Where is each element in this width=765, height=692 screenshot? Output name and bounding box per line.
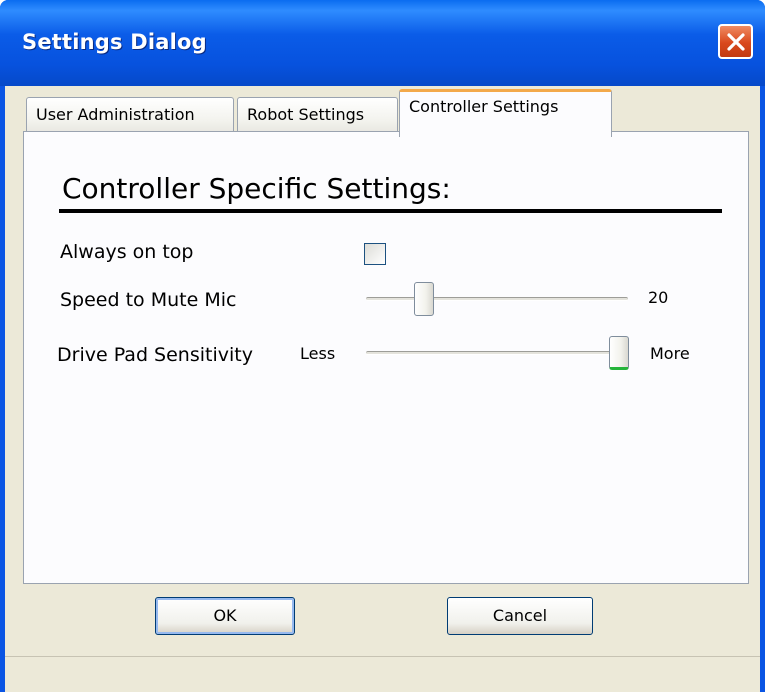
always-on-top-checkbox[interactable] bbox=[364, 243, 386, 265]
speed-to-mute-mic-label: Speed to Mute Mic bbox=[60, 289, 237, 311]
title-bar[interactable]: Settings Dialog bbox=[0, 0, 765, 86]
tab-robot-settings[interactable]: Robot Settings bbox=[237, 97, 398, 135]
speed-to-mute-mic-value: 20 bbox=[648, 288, 669, 307]
status-bar bbox=[5, 656, 760, 692]
ok-button[interactable]: OK bbox=[155, 597, 295, 635]
drive-pad-sensitivity-max-label: More bbox=[650, 344, 690, 363]
drive-pad-sensitivity-label: Drive Pad Sensitivity bbox=[57, 344, 253, 366]
section-heading: Controller Specific Settings: bbox=[62, 172, 451, 205]
tab-label: Controller Settings bbox=[409, 97, 559, 116]
drive-pad-sensitivity-slider-thumb[interactable] bbox=[609, 336, 629, 370]
heading-divider bbox=[59, 209, 722, 213]
close-icon bbox=[727, 33, 745, 51]
cancel-button[interactable]: Cancel bbox=[447, 597, 593, 635]
tab-controller-settings[interactable]: Controller Settings bbox=[399, 89, 612, 137]
drive-pad-sensitivity-track[interactable] bbox=[366, 351, 628, 355]
dialog-client-area: User Administration Robot Settings Contr… bbox=[5, 86, 760, 692]
always-on-top-label: Always on top bbox=[60, 241, 194, 263]
speed-to-mute-mic-track[interactable] bbox=[366, 297, 628, 301]
settings-dialog-window: Settings Dialog User Administration Robo… bbox=[0, 0, 765, 692]
controller-settings-panel: Controller Specific Settings: Always on … bbox=[23, 131, 749, 584]
tab-label: User Administration bbox=[36, 105, 195, 124]
speed-to-mute-mic-slider-thumb[interactable] bbox=[414, 282, 434, 316]
window-title: Settings Dialog bbox=[22, 30, 207, 54]
tab-user-administration[interactable]: User Administration bbox=[26, 97, 234, 135]
close-button[interactable] bbox=[718, 24, 753, 59]
drive-pad-sensitivity-min-label: Less bbox=[300, 344, 336, 363]
tab-label: Robot Settings bbox=[247, 105, 365, 124]
